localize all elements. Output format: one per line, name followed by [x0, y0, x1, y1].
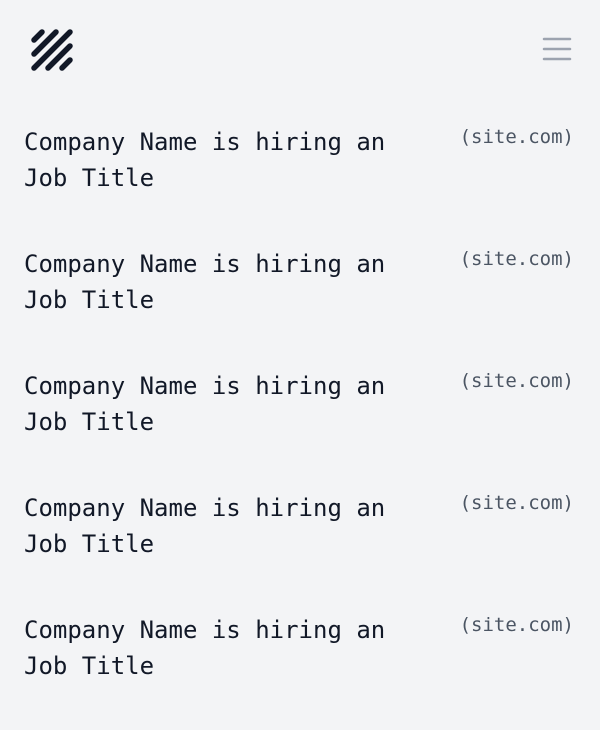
- job-list-item[interactable]: Company Name is hiring an Job Title (site…: [0, 120, 600, 242]
- company-name: Company Name: [24, 128, 198, 156]
- job-title: Job Title: [24, 286, 155, 314]
- job-headline[interactable]: Company Name is hiring an Job Title: [24, 490, 419, 562]
- job-headline[interactable]: Company Name is hiring an Job Title: [24, 246, 419, 318]
- company-name: Company Name: [24, 616, 198, 644]
- job-site: (site.com): [459, 370, 574, 392]
- hiring-connector: is hiring an: [211, 616, 386, 644]
- site-header: [0, 0, 600, 100]
- hiring-connector: is hiring an: [211, 128, 386, 156]
- hiring-connector: is hiring an: [211, 250, 386, 278]
- job-title: Job Title: [24, 408, 155, 436]
- job-title: Job Title: [24, 652, 155, 680]
- job-headline[interactable]: Company Name is hiring an Job Title: [24, 124, 419, 196]
- job-headline[interactable]: Company Name is hiring an Job Title: [24, 368, 419, 440]
- job-list-item[interactable]: Company Name is hiring an Job Title (site…: [0, 608, 600, 730]
- job-site: (site.com): [459, 614, 574, 636]
- company-name: Company Name: [24, 250, 198, 278]
- job-headline[interactable]: Company Name is hiring an Job Title: [24, 612, 419, 684]
- job-site: (site.com): [459, 492, 574, 514]
- company-name: Company Name: [24, 372, 198, 400]
- job-list-item[interactable]: Company Name is hiring an Job Title (site…: [0, 364, 600, 486]
- job-list-item[interactable]: Company Name is hiring an Job Title (site…: [0, 242, 600, 364]
- job-title: Job Title: [24, 530, 155, 558]
- job-site: (site.com): [459, 126, 574, 148]
- logo-icon[interactable]: [28, 26, 76, 74]
- hiring-connector: is hiring an: [211, 494, 386, 522]
- job-list: Company Name is hiring an Job Title (site…: [0, 120, 600, 730]
- job-title: Job Title: [24, 164, 155, 192]
- hamburger-menu-icon[interactable]: [540, 34, 574, 64]
- job-site: (site.com): [459, 248, 574, 270]
- hiring-connector: is hiring an: [211, 372, 386, 400]
- job-list-item[interactable]: Company Name is hiring an Job Title (site…: [0, 486, 600, 608]
- company-name: Company Name: [24, 494, 198, 522]
